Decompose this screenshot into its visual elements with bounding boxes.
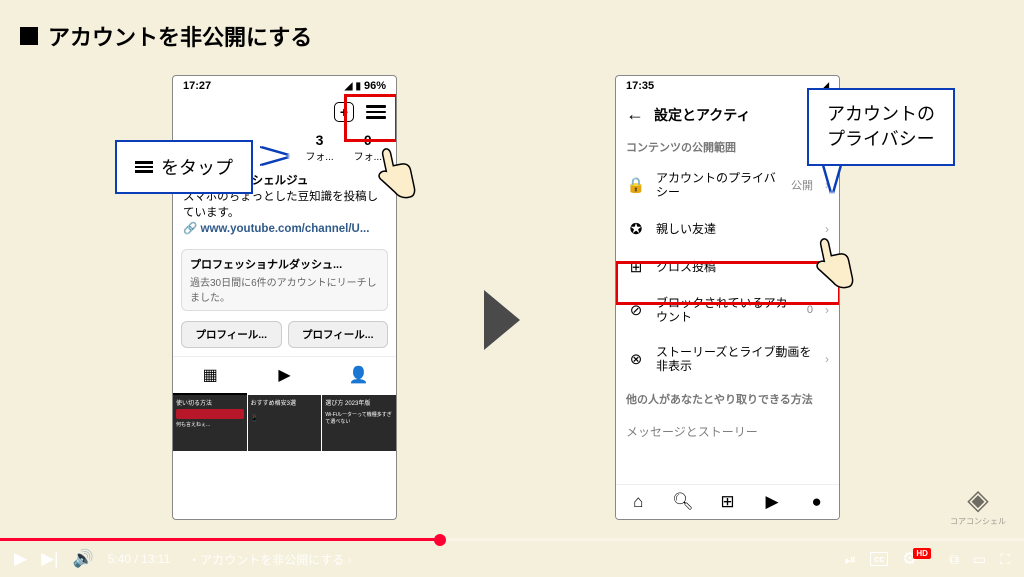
volume-button[interactable]: 🔊 bbox=[73, 549, 94, 569]
edit-profile-button[interactable]: プロフィール... bbox=[181, 321, 282, 348]
profile-tabs: ▦ ▶ 👤 bbox=[173, 356, 396, 395]
post-thumb-3[interactable]: 選び方 2023年版 Wi-Fiルーターって機種多すぎて選べない bbox=[322, 395, 396, 451]
tab-tagged[interactable]: 👤 bbox=[322, 357, 396, 395]
bottom-nav: ⌂ 🔍︎ ⊞ ▶ ● bbox=[616, 484, 839, 519]
dashboard-title: プロフェッショナルダッシュ... bbox=[190, 256, 379, 272]
video-controls: ▶ ▶| 🔊 5:40 / 13:11 ・アカウントを非公開にする › ⏯ cc… bbox=[0, 541, 1024, 577]
create-post-button[interactable]: + bbox=[334, 102, 354, 122]
header-title: 設定とアクティ bbox=[654, 105, 750, 125]
watermark: ◈ コアコンシェル bbox=[950, 483, 1006, 527]
section-label-2: 他の人があなたとやり取りできる方法 bbox=[616, 383, 839, 415]
video-time: 5:40 / 13:11 bbox=[108, 552, 171, 566]
star-circle-icon: ✪ bbox=[626, 220, 646, 238]
dashboard-card[interactable]: プロフェッショナルダッシュ... 過去30日間に6件のアカウントにリーチしました… bbox=[181, 249, 388, 311]
status-bar: 17:27 ◢ ▮ 96% bbox=[173, 76, 396, 96]
chevron-right-icon: › bbox=[825, 260, 829, 274]
section-label: コンテンツの公開範囲 bbox=[616, 133, 839, 161]
hamburger-menu-button[interactable] bbox=[366, 105, 386, 119]
stat-followers[interactable]: 3 フォ... bbox=[305, 132, 333, 163]
signal-icon: ◢ bbox=[345, 81, 353, 92]
fullscreen-button[interactable]: ⛶ bbox=[1000, 551, 1010, 568]
profile-buttons: プロフィール... プロフィール... bbox=[173, 317, 396, 352]
slide-title: アカウントを非公開にする bbox=[20, 20, 312, 52]
callout-privacy: アカウントの プライバシー bbox=[807, 88, 955, 166]
nav-create-icon[interactable]: ⊞ bbox=[705, 485, 750, 519]
theater-button[interactable]: ▭ bbox=[973, 551, 986, 568]
chevron-right-icon: › bbox=[825, 352, 829, 366]
nav-profile-icon[interactable]: ● bbox=[794, 485, 839, 519]
nav-search-icon[interactable]: 🔍︎ bbox=[661, 485, 706, 519]
hide-icon: ⊗ bbox=[626, 350, 646, 368]
status-time: 17:35 bbox=[626, 80, 654, 92]
chevron-right-icon: › bbox=[825, 303, 829, 317]
share-profile-button[interactable]: プロフィール... bbox=[288, 321, 389, 348]
transition-arrow-icon bbox=[484, 290, 520, 350]
row-messages[interactable]: メッセージとストーリー bbox=[616, 415, 839, 449]
crosspost-icon: ⊞ bbox=[626, 258, 646, 276]
tab-reels[interactable]: ▶ bbox=[247, 357, 321, 395]
video-frame: アカウントを非公開にする 17:27 ◢ ▮ 96% + 3 フォ... 0 フ… bbox=[0, 0, 1024, 577]
status-time: 17:27 bbox=[183, 80, 211, 92]
status-right: ◢ ▮ 96% bbox=[345, 80, 386, 92]
settings-button[interactable]: ⚙HD bbox=[902, 549, 935, 569]
hamburger-icon bbox=[135, 161, 153, 173]
callout-text: をタップ bbox=[161, 154, 233, 180]
row-hide-stories[interactable]: ⊗ ストーリーズとライブ動画を非表示 › bbox=[616, 335, 839, 384]
row-close-friends[interactable]: ✪ 親しい友達 › bbox=[616, 210, 839, 248]
title-bullet bbox=[20, 27, 38, 45]
post-grid: 使い切る方法 何も言えねぇ... おすすめ格安3選 📱 選び方 2023年版 W… bbox=[173, 395, 396, 451]
bio-link[interactable]: 🔗 www.youtube.com/channel/U... bbox=[183, 221, 386, 237]
battery-icon: ▮ bbox=[355, 81, 361, 92]
callout-text: アカウントの プライバシー bbox=[827, 102, 935, 152]
watermark-icon: ◈ bbox=[950, 483, 1006, 516]
post-thumb-2[interactable]: おすすめ格安3選 📱 bbox=[248, 395, 322, 451]
row-blocked[interactable]: ⊘ ブロックされているアカウント 0 › bbox=[616, 286, 839, 335]
row-crosspost[interactable]: ⊞ クロス投稿 › bbox=[616, 248, 839, 286]
profile-header: + bbox=[173, 96, 396, 128]
autoplay-toggle[interactable]: ⏯ bbox=[845, 551, 856, 568]
post-thumb-1[interactable]: 使い切る方法 何も言えねぇ... bbox=[173, 395, 247, 451]
settings-header: ← 設定とアクティ bbox=[616, 96, 839, 133]
battery-text: 96% bbox=[364, 80, 386, 92]
callout-tap-menu: をタップ bbox=[115, 140, 253, 194]
watermark-text: コアコンシェル bbox=[950, 516, 1006, 527]
slide-title-text: アカウントを非公開にする bbox=[48, 20, 312, 52]
chevron-right-icon: › bbox=[825, 222, 829, 236]
callout-tail bbox=[824, 164, 840, 192]
block-icon: ⊘ bbox=[626, 301, 646, 319]
back-arrow-icon[interactable]: ← bbox=[626, 104, 644, 125]
callout-tail bbox=[260, 148, 288, 164]
captions-button[interactable]: cc bbox=[870, 552, 888, 566]
dashboard-subtitle: 過去30日間に6件のアカウントにリーチしました。 bbox=[190, 274, 379, 304]
video-chapter[interactable]: ・アカウントを非公開にする › bbox=[188, 551, 351, 568]
next-button[interactable]: ▶| bbox=[41, 549, 59, 569]
tab-grid[interactable]: ▦ bbox=[173, 357, 247, 395]
nav-home-icon[interactable]: ⌂ bbox=[616, 485, 661, 519]
miniplayer-button[interactable]: ⧉ bbox=[949, 551, 959, 568]
play-button[interactable]: ▶ bbox=[14, 549, 27, 569]
nav-reels-icon[interactable]: ▶ bbox=[750, 485, 795, 519]
lock-icon: 🔒 bbox=[626, 176, 646, 194]
status-bar: 17:35 ◢ bbox=[616, 76, 839, 96]
stat-following[interactable]: 0 フォ... bbox=[354, 132, 382, 163]
row-account-privacy[interactable]: 🔒 アカウントのプライバシー 公開 › bbox=[616, 161, 839, 210]
